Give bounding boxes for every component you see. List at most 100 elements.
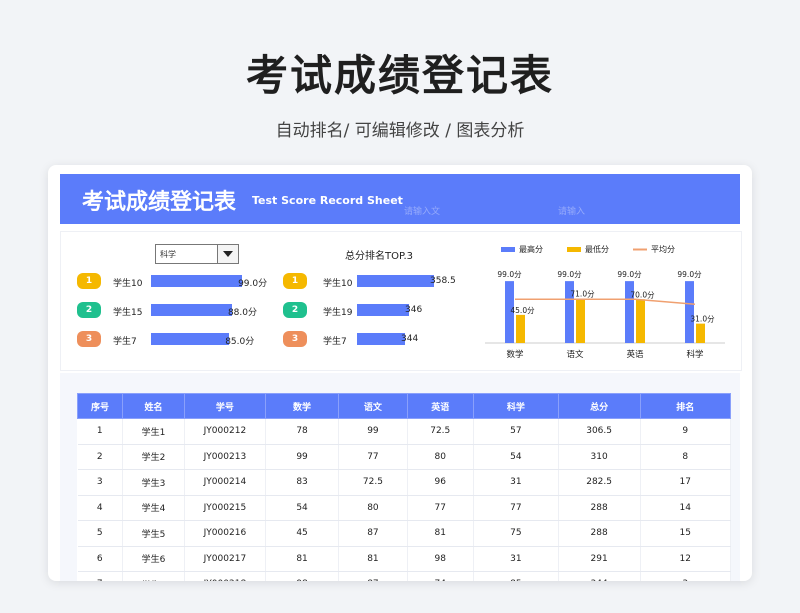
table-cell[interactable]: 98 xyxy=(407,546,474,572)
table-cell[interactable]: 57 xyxy=(473,418,559,445)
table-cell[interactable]: 15 xyxy=(640,520,731,547)
rank-value-label: 99.0分 xyxy=(238,279,268,289)
column-header[interactable]: 数学 xyxy=(264,393,340,419)
table-cell[interactable]: 31 xyxy=(473,469,559,496)
table-cell[interactable]: 31 xyxy=(473,546,559,572)
rank-student-name: 学生15 xyxy=(113,308,143,318)
table-cell[interactable]: 72.5 xyxy=(338,469,408,496)
table-cell[interactable]: 学生3 xyxy=(122,469,185,496)
table-cell[interactable]: 85 xyxy=(473,571,559,581)
table-cell[interactable]: 学生2 xyxy=(122,444,185,470)
table-cell[interactable]: 80 xyxy=(338,495,408,521)
table-cell[interactable]: 282.5 xyxy=(558,469,641,496)
table-cell[interactable]: 3 xyxy=(640,571,731,581)
table-cell[interactable]: 81 xyxy=(265,546,340,572)
table-cell[interactable]: 17 xyxy=(640,469,731,496)
table-row[interactable]: 5 学生5 JY000216 45 87 81 75 288 15 xyxy=(77,520,731,547)
table-cell[interactable]: 9 xyxy=(640,418,731,445)
chevron-down-icon[interactable] xyxy=(217,245,238,263)
table-row[interactable]: 2 学生2 JY000213 99 77 80 54 310 8 xyxy=(77,444,731,470)
table-cell[interactable]: 学生7 xyxy=(122,571,185,581)
table-cell[interactable]: 75 xyxy=(473,520,559,547)
rank-student-name: 学生19 xyxy=(323,308,353,318)
rank-badge: 1 xyxy=(283,273,307,289)
table-cell[interactable]: 288 xyxy=(558,495,641,521)
column-header[interactable]: 语文 xyxy=(338,393,408,419)
table-row[interactable]: 7学生7JY000218988774853443 xyxy=(77,571,731,581)
table-cell[interactable]: 学生5 xyxy=(122,520,185,547)
table-cell[interactable]: 1 xyxy=(77,418,123,445)
column-header[interactable]: 排名 xyxy=(639,393,731,419)
table-cell[interactable]: 72.5 xyxy=(407,418,474,445)
data-label-min: 45.0分 xyxy=(510,306,535,315)
table-cell[interactable]: 96 xyxy=(407,469,474,496)
table-cell[interactable]: JY000213 xyxy=(184,444,266,470)
table-cell[interactable]: JY000218 xyxy=(184,571,266,581)
table-cell[interactable]: 8 xyxy=(640,444,731,470)
rank-student-name: 学生10 xyxy=(323,279,353,289)
table-cell[interactable]: 288 xyxy=(558,520,641,547)
column-header[interactable]: 姓名 xyxy=(122,393,185,419)
table-cell[interactable]: 81 xyxy=(407,520,474,547)
table-cell[interactable]: 54 xyxy=(265,495,340,521)
table-cell[interactable]: JY000212 xyxy=(184,418,266,445)
table-cell[interactable]: 12 xyxy=(640,546,731,572)
table-cell[interactable]: 学生4 xyxy=(122,495,185,521)
subject-select[interactable]: 科学 xyxy=(155,244,239,264)
table-cell[interactable]: 98 xyxy=(265,571,340,581)
sheet-banner: 考试成绩登记表 Test Score Record Sheet 请输入文 请输入 xyxy=(60,174,740,224)
table-cell[interactable]: 80 xyxy=(407,444,474,470)
table-cell[interactable]: 45 xyxy=(265,520,340,547)
table-cell[interactable]: 学生1 xyxy=(122,418,185,445)
table-cell[interactable]: 77 xyxy=(338,444,408,470)
table-cell[interactable]: 87 xyxy=(338,571,408,581)
table-cell[interactable]: 6 xyxy=(77,546,123,572)
table-cell[interactable]: 77 xyxy=(407,495,474,521)
column-header[interactable]: 学号 xyxy=(183,393,266,419)
table-row[interactable]: 6 学生6 JY000217 81 81 98 31 291 12 xyxy=(77,546,731,572)
table-cell[interactable]: JY000216 xyxy=(184,520,266,547)
table-cell[interactable]: 83 xyxy=(265,469,340,496)
table-cell[interactable]: JY000214 xyxy=(184,469,266,496)
table-cell[interactable]: JY000217 xyxy=(184,546,266,572)
table-cell[interactable]: 99 xyxy=(338,418,408,445)
table-cell[interactable]: 7 xyxy=(77,571,123,581)
x-tick-label: 语文 xyxy=(566,349,584,360)
column-header[interactable]: 序号 xyxy=(77,393,123,419)
table-row[interactable]: 3 学生3 JY000214 83 72.5 96 31 282.5 17 xyxy=(77,469,731,496)
table-cell[interactable]: 74 xyxy=(407,571,474,581)
banner-placeholder-text[interactable]: 请输入文 xyxy=(404,204,440,217)
table-cell[interactable]: 291 xyxy=(558,546,641,572)
table-row[interactable]: 4 学生4 JY000215 54 80 77 77 288 14 xyxy=(77,495,731,521)
table-cell[interactable]: JY000215 xyxy=(184,495,266,521)
column-header[interactable]: 英语 xyxy=(406,393,474,419)
table-cell[interactable]: 14 xyxy=(640,495,731,521)
page-title: 考试成绩登记表 xyxy=(245,51,554,100)
table-cell[interactable]: 78 xyxy=(265,418,340,445)
table-cell[interactable]: 77 xyxy=(473,495,559,521)
column-header[interactable]: 总分 xyxy=(557,393,641,419)
data-label-max: 99.0分 xyxy=(497,270,522,279)
table-cell[interactable]: 81 xyxy=(338,546,408,572)
table-cell[interactable]: 2 xyxy=(77,444,123,470)
table-cell[interactable]: 54 xyxy=(473,444,559,470)
rank-value-label: 344 xyxy=(401,334,419,344)
table-cell[interactable]: 4 xyxy=(77,495,123,521)
table-cell[interactable]: 学生6 xyxy=(122,546,185,572)
table-cell[interactable]: 5 xyxy=(77,520,123,547)
table-cell[interactable]: 310 xyxy=(558,444,641,470)
table-cell[interactable]: 99 xyxy=(265,444,340,470)
table-cell[interactable]: 87 xyxy=(338,520,408,547)
banner-placeholder-text[interactable]: 请输入 xyxy=(558,204,585,217)
rank-value-label: 346 xyxy=(405,305,423,315)
bar-max xyxy=(685,281,694,343)
table-cell[interactable]: 344 xyxy=(558,571,641,581)
x-tick-label: 数学 xyxy=(506,349,524,360)
table-row[interactable]: 1 学生1 JY000212 78 99 72.5 57 306.5 9 xyxy=(77,418,731,445)
rank-row: 2 学生15 88.0分 xyxy=(77,302,277,318)
table-cell[interactable]: 306.5 xyxy=(558,418,641,445)
table-cell[interactable]: 3 xyxy=(77,469,123,496)
column-header[interactable]: 科学 xyxy=(472,393,559,419)
bar-min xyxy=(696,323,705,343)
rank-badge: 1 xyxy=(77,273,101,289)
